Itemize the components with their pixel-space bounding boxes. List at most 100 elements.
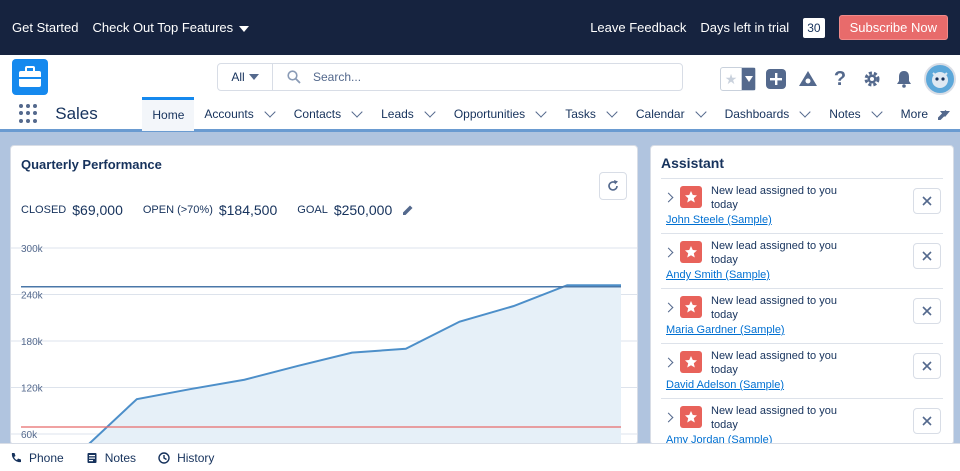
y-tick-label: 180k	[21, 337, 44, 348]
tab-label: Leads	[381, 106, 414, 121]
lead-link[interactable]: Maria Gardner (Sample)	[666, 324, 785, 336]
star-icon: ★	[724, 70, 738, 87]
chevron-down-icon[interactable]	[535, 105, 547, 118]
tab-label: Home	[152, 108, 185, 122]
y-tick-label: 120k	[21, 384, 44, 395]
utility-bar: Phone Notes History	[0, 443, 960, 471]
leave-feedback-link[interactable]: Leave Feedback	[590, 20, 686, 35]
dismiss-button[interactable]	[913, 353, 941, 379]
chevron-down-icon[interactable]	[870, 105, 883, 118]
dismiss-button[interactable]	[913, 298, 941, 324]
utility-label: Notes	[104, 450, 137, 465]
chevron-right-icon[interactable]	[663, 192, 674, 203]
global-header: All ★ ?	[0, 55, 960, 98]
assistant-card: Assistant New lead assigned to you today…	[650, 145, 954, 445]
lead-link[interactable]: Andy Smith (Sample)	[666, 269, 770, 281]
get-started-link[interactable]: Get Started	[12, 20, 78, 35]
chevron-right-icon[interactable]	[663, 302, 674, 313]
list-item: New lead assigned to you today Maria Gard…	[661, 288, 943, 343]
utility-label: History	[177, 450, 215, 465]
dismiss-button[interactable]	[913, 243, 941, 269]
bell-icon	[897, 71, 911, 88]
top-features-menu[interactable]: Check Out Top Features	[92, 20, 250, 35]
chevron-down-icon[interactable]	[351, 105, 363, 118]
global-search: All	[217, 63, 683, 91]
tab-notes[interactable]: Notes	[819, 97, 890, 131]
caret-down-icon	[744, 76, 753, 82]
utility-history[interactable]: History	[158, 451, 214, 465]
tab-tasks[interactable]: Tasks	[555, 97, 626, 131]
edit-nav-icon[interactable]	[936, 108, 950, 122]
chevron-right-icon[interactable]	[663, 357, 674, 368]
avatar[interactable]	[924, 63, 956, 95]
chevron-down-icon[interactable]	[606, 105, 618, 118]
card-title: Assistant	[661, 155, 725, 171]
phone-icon	[11, 452, 21, 462]
series-area	[88, 285, 621, 444]
y-tick-label: 300k	[21, 244, 44, 255]
closed-label: CLOSED	[21, 204, 67, 216]
trailhead-icon	[799, 71, 817, 86]
tab-contacts[interactable]: Contacts	[284, 97, 371, 131]
tab-dashboards[interactable]: Dashboards	[715, 97, 820, 131]
card-title: Quarterly Performance	[21, 157, 162, 172]
app-logo[interactable]	[12, 59, 48, 95]
tab-calendar[interactable]: Calendar	[626, 97, 715, 131]
user-avatar-icon	[932, 72, 948, 88]
subscribe-button[interactable]: Subscribe Now	[838, 15, 948, 40]
dismiss-button[interactable]	[913, 408, 941, 434]
assistant-message: New lead assigned to you today	[711, 405, 837, 431]
tab-label: Notes	[829, 106, 861, 121]
favorites-dropdown[interactable]	[741, 68, 755, 90]
tab-label: Contacts	[293, 106, 342, 121]
question-icon: ?	[833, 67, 847, 90]
tab-home[interactable]: Home	[142, 96, 195, 131]
search-icon	[287, 70, 301, 84]
performance-chart: 300k 240k 180k 120k 60k	[11, 244, 637, 444]
notifications-button[interactable]	[892, 67, 916, 91]
tab-leads[interactable]: Leads	[371, 97, 444, 131]
close-icon	[922, 196, 932, 206]
dismiss-button[interactable]	[913, 188, 941, 214]
setup-button[interactable]	[860, 67, 884, 91]
chevron-down-icon[interactable]	[264, 105, 276, 118]
lead-star-icon	[680, 186, 702, 208]
tab-label: Accounts	[204, 106, 254, 121]
app-name: Sales	[55, 103, 98, 123]
edit-goal-icon[interactable]	[402, 204, 414, 216]
tab-accounts[interactable]: Accounts	[194, 97, 283, 131]
chevron-right-icon[interactable]	[663, 412, 674, 423]
tab-opportunities[interactable]: Opportunities	[444, 97, 555, 131]
refresh-button[interactable]	[599, 172, 627, 200]
trailhead-button[interactable]	[796, 67, 820, 91]
chevron-down-icon[interactable]	[694, 105, 707, 118]
tab-label: Tasks	[565, 106, 596, 121]
search-scope-select[interactable]: All	[218, 64, 273, 90]
app-navigation: Sales Home Accounts Contacts Leads Oppor…	[0, 96, 960, 132]
gear-icon	[864, 71, 880, 87]
search-input[interactable]	[313, 70, 613, 84]
briefcase-icon	[19, 66, 41, 87]
lead-link[interactable]: John Steele (Sample)	[666, 214, 772, 226]
global-actions-button[interactable]	[764, 67, 788, 91]
chevron-down-icon[interactable]	[799, 105, 811, 118]
list-item: New lead assigned to you today David Adel…	[661, 343, 943, 398]
lead-link[interactable]: David Adelson (Sample)	[666, 379, 784, 391]
plus-icon	[766, 69, 786, 89]
assistant-message: New lead assigned to you today	[711, 185, 837, 211]
open-value: $184,500	[218, 202, 278, 218]
app-launcher-icon[interactable]	[19, 103, 37, 124]
refresh-icon	[608, 180, 618, 191]
chevron-right-icon[interactable]	[663, 247, 674, 258]
utility-notes[interactable]: Notes	[86, 451, 136, 465]
assistant-list: New lead assigned to you today John Steel…	[651, 178, 953, 444]
tab-label: Dashboards	[724, 106, 790, 121]
utility-phone[interactable]: Phone	[10, 451, 64, 465]
favorites-button[interactable]: ★	[720, 67, 756, 91]
goal-value: $250,000	[333, 202, 393, 218]
lead-star-icon	[680, 351, 702, 373]
lead-star-icon	[680, 241, 702, 263]
notes-icon	[87, 452, 97, 463]
chevron-down-icon[interactable]	[424, 105, 436, 118]
help-button[interactable]: ?	[828, 67, 852, 91]
